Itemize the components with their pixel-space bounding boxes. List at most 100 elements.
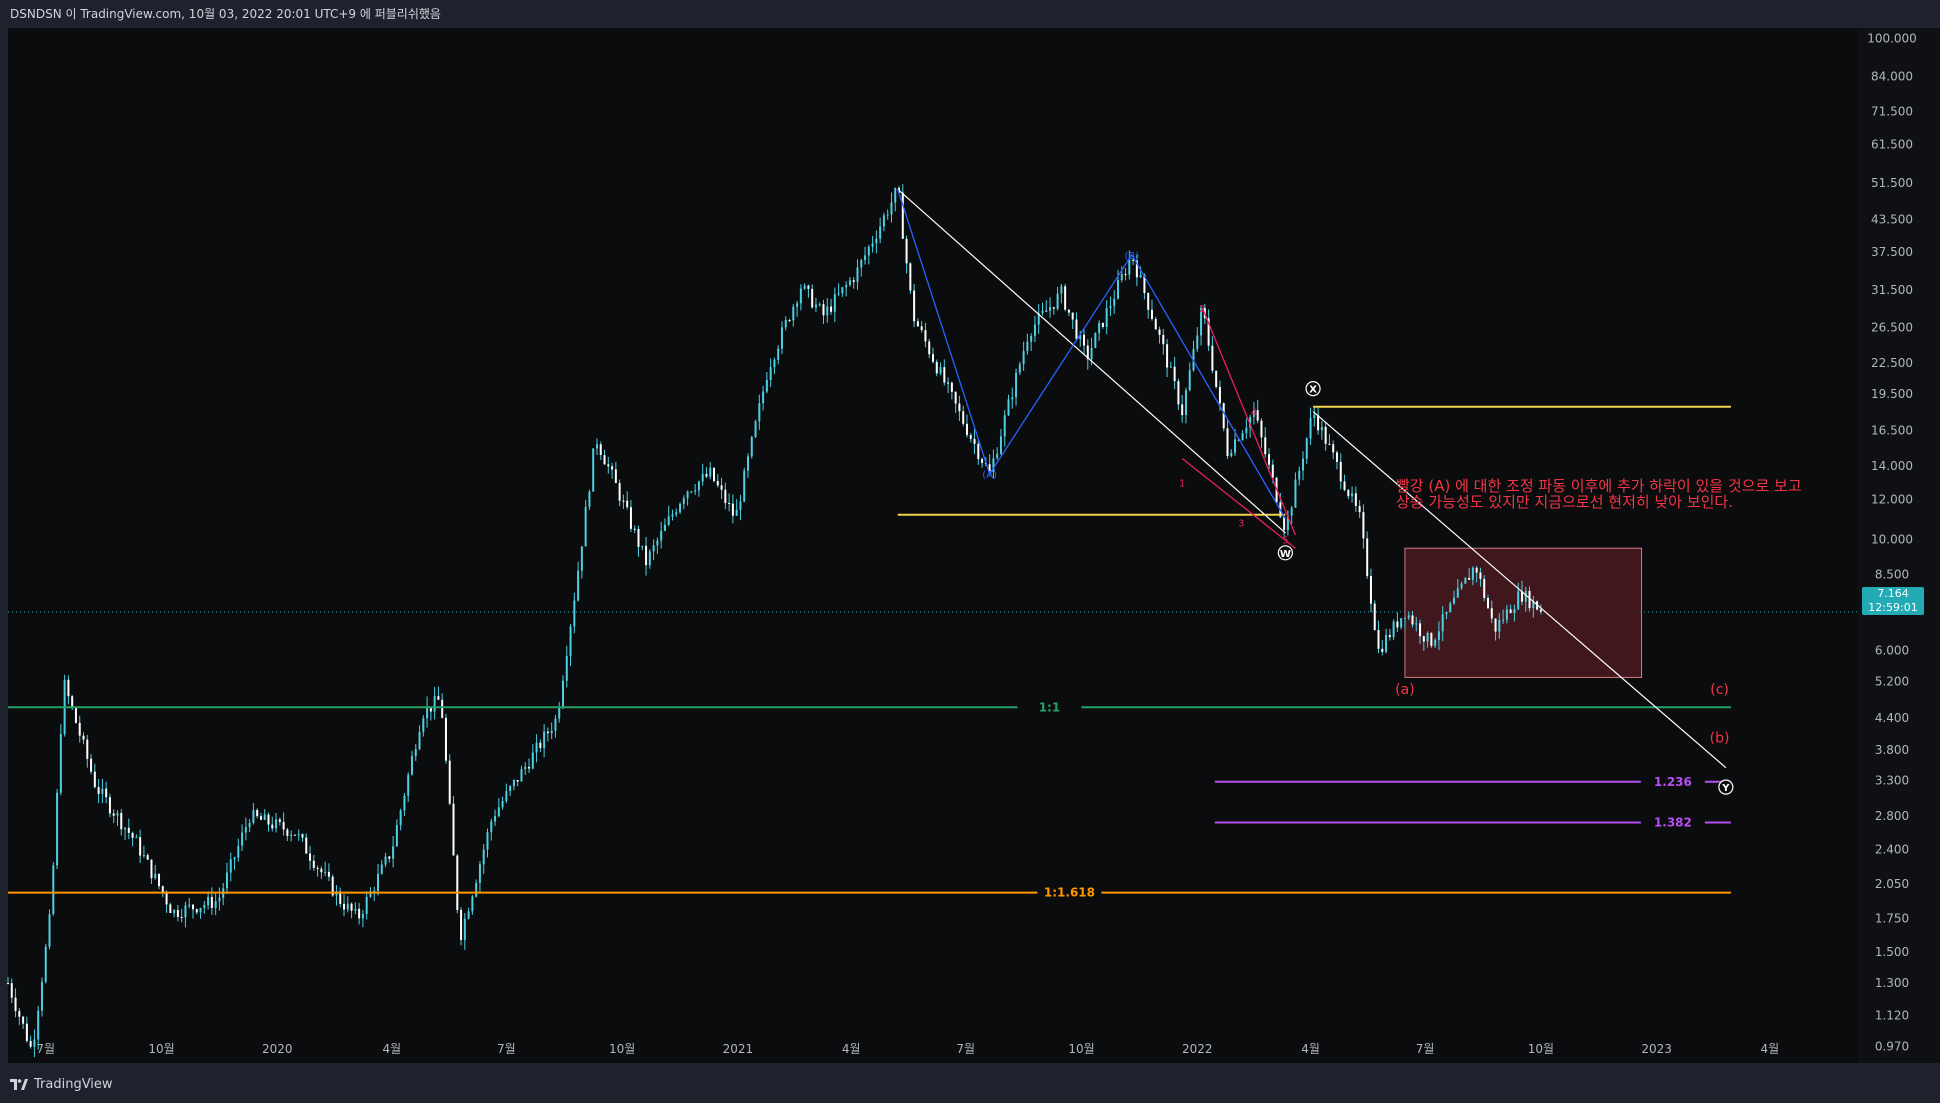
plot-background bbox=[8, 28, 1858, 1063]
x-tick-label: 7월 bbox=[956, 1042, 975, 1056]
candle-body bbox=[1320, 426, 1323, 431]
candle-body bbox=[1022, 351, 1025, 365]
candle-body bbox=[86, 739, 89, 759]
candle-body bbox=[1067, 309, 1070, 313]
candle-body bbox=[550, 730, 553, 734]
candle-body bbox=[1211, 345, 1214, 371]
candle-body bbox=[426, 706, 429, 719]
candle-body bbox=[1007, 399, 1010, 416]
wave-label: (B) bbox=[1125, 251, 1140, 262]
candle-body bbox=[830, 306, 833, 312]
candle-body bbox=[1373, 603, 1376, 630]
candle-body bbox=[747, 456, 749, 471]
candle-body bbox=[1302, 458, 1304, 471]
candle-body bbox=[1075, 319, 1078, 340]
candle-body bbox=[275, 819, 278, 829]
candle-body bbox=[679, 503, 682, 513]
candle-body bbox=[531, 752, 534, 769]
candle-body bbox=[229, 859, 232, 873]
y-tick-label: 22.500 bbox=[1871, 356, 1913, 370]
candle-body bbox=[1449, 603, 1452, 612]
candle-body bbox=[928, 341, 931, 355]
y-tick-label: 4.400 bbox=[1875, 711, 1909, 725]
candle-body bbox=[1113, 298, 1116, 306]
candle-body bbox=[1052, 307, 1055, 309]
candle-body bbox=[82, 735, 85, 740]
candle-body bbox=[1196, 335, 1199, 350]
candle-body bbox=[739, 501, 742, 510]
candle-body bbox=[297, 834, 300, 836]
candle-body bbox=[920, 326, 923, 331]
candle-body bbox=[799, 288, 802, 304]
candle-body bbox=[818, 304, 821, 306]
y-tick-label: 1.300 bbox=[1875, 976, 1909, 990]
candle-body bbox=[750, 436, 753, 457]
candle-body bbox=[826, 306, 829, 316]
candle-body bbox=[490, 821, 493, 833]
fib-level-label: 1.382 bbox=[1654, 815, 1692, 829]
candle-body bbox=[694, 490, 697, 492]
candle-body bbox=[954, 391, 957, 404]
candle-body bbox=[207, 896, 210, 906]
candle-body bbox=[886, 214, 889, 216]
y-tick-label: 43.500 bbox=[1871, 213, 1913, 227]
candle-body bbox=[1128, 259, 1131, 275]
candle-body bbox=[460, 909, 463, 940]
candle-body bbox=[1539, 609, 1542, 612]
candle-body bbox=[713, 467, 716, 482]
candle-body bbox=[392, 846, 395, 859]
y-tick-label: 100.000 bbox=[1867, 32, 1917, 46]
candle-body bbox=[486, 832, 489, 850]
candle-body bbox=[305, 837, 308, 854]
candle-body bbox=[154, 873, 157, 879]
candle-body bbox=[1011, 397, 1014, 400]
candle-body bbox=[195, 909, 198, 913]
candle-body bbox=[108, 797, 111, 814]
candle-body bbox=[158, 873, 161, 887]
candle-body bbox=[811, 288, 814, 308]
candle-body bbox=[373, 890, 376, 892]
candle-body bbox=[414, 749, 417, 757]
price-chart[interactable]: 100.00084.00071.50061.50051.50043.50037.… bbox=[0, 0, 1940, 1103]
candle-body bbox=[709, 467, 712, 477]
candle-body bbox=[1396, 621, 1399, 628]
candle-body bbox=[407, 774, 410, 796]
candle-body bbox=[456, 855, 459, 910]
candle-body bbox=[139, 837, 142, 856]
candle-body bbox=[44, 946, 47, 982]
candle-body bbox=[1015, 372, 1018, 398]
candle-body bbox=[1241, 433, 1244, 441]
candle-body bbox=[758, 403, 761, 422]
candle-body bbox=[932, 354, 934, 362]
candle-body bbox=[958, 403, 961, 412]
candle-body bbox=[690, 491, 693, 493]
candle-body bbox=[584, 506, 587, 547]
candle-body bbox=[671, 514, 674, 517]
candle-body bbox=[769, 367, 772, 380]
y-tick-label: 1.500 bbox=[1875, 945, 1909, 959]
fib-level-label: 1:1 bbox=[1039, 700, 1061, 714]
candle-body bbox=[535, 742, 538, 753]
candle-body bbox=[562, 680, 564, 707]
x-tick-label: 10월 bbox=[148, 1042, 174, 1056]
candle-body bbox=[1083, 334, 1086, 346]
wave-label: 4 bbox=[1251, 408, 1257, 419]
y-tick-label: 31.500 bbox=[1871, 283, 1913, 297]
wave-label: X bbox=[1309, 385, 1317, 396]
candle-body bbox=[962, 411, 965, 424]
candle-body bbox=[943, 367, 946, 383]
candle-body bbox=[860, 260, 863, 268]
y-tick-label: 12.000 bbox=[1871, 493, 1913, 507]
y-tick-label: 6.000 bbox=[1875, 643, 1909, 657]
candle-body bbox=[7, 983, 9, 985]
candle-body bbox=[1343, 481, 1346, 491]
wave-label: 1 bbox=[1179, 478, 1185, 489]
candle-body bbox=[267, 814, 270, 825]
tradingview-logo[interactable]: TradingView bbox=[10, 1077, 113, 1092]
candle-body bbox=[59, 734, 62, 793]
candle-body bbox=[871, 243, 874, 247]
candle-body bbox=[1173, 366, 1176, 382]
candle-body bbox=[648, 551, 651, 566]
candle-body bbox=[1033, 324, 1036, 336]
candle-body bbox=[1392, 621, 1395, 638]
